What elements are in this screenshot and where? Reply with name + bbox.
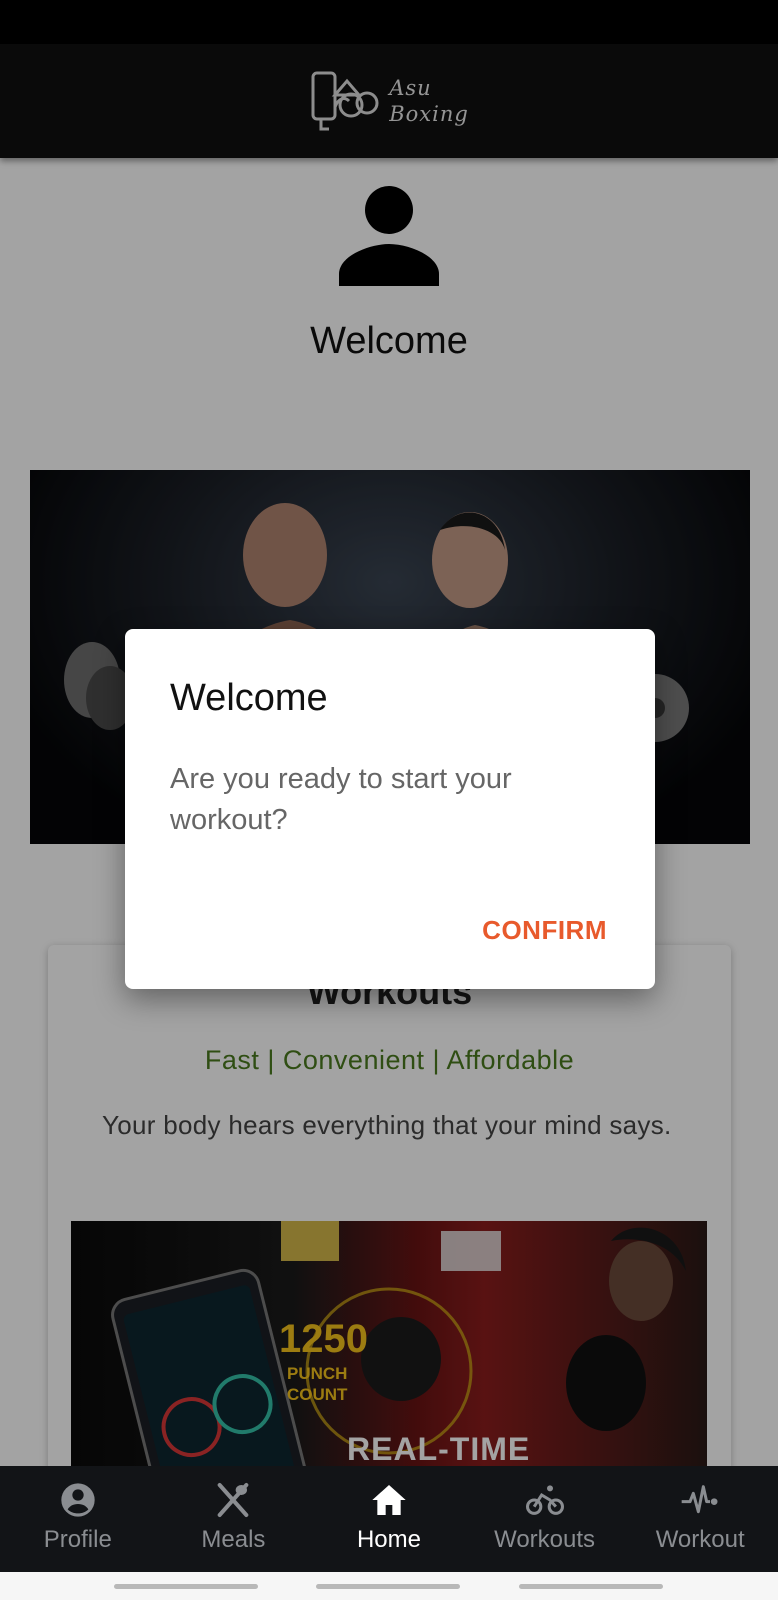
nav-item-meals[interactable]: Meals	[156, 1466, 312, 1572]
heartbeat-icon	[681, 1485, 718, 1514]
bicycle-icon	[525, 1485, 564, 1515]
gesture-pill-right	[519, 1584, 663, 1589]
gesture-pill-left	[114, 1584, 258, 1589]
dialog-title: Welcome	[170, 677, 328, 719]
nav-label-workouts: Workouts	[494, 1526, 596, 1553]
nav-label-workout: Workout	[655, 1526, 745, 1553]
status-bar	[0, 0, 778, 44]
nav-item-workout[interactable]: Workout	[622, 1466, 778, 1572]
nav-label-home: Home	[356, 1526, 421, 1553]
nav-label-meals: Meals	[201, 1526, 266, 1553]
bottom-nav: Profile Meals Home Workouts Workout	[0, 1466, 778, 1572]
nav-item-profile[interactable]: Profile	[0, 1466, 156, 1572]
dialog-message: Are you ready to start your workout?	[170, 763, 512, 836]
system-gesture-bar	[0, 1572, 778, 1600]
nav-label-profile: Profile	[43, 1526, 112, 1553]
gesture-pill-center	[316, 1584, 460, 1589]
account-circle-icon	[61, 1483, 95, 1517]
welcome-dialog: Welcome Are you ready to start your work…	[125, 629, 655, 989]
nav-item-home[interactable]: Home	[311, 1466, 467, 1572]
fork-spoon-icon	[218, 1483, 249, 1517]
home-icon	[372, 1485, 406, 1515]
confirm-button[interactable]: CONFIRM	[482, 915, 607, 946]
nav-item-workouts[interactable]: Workouts	[467, 1466, 623, 1572]
